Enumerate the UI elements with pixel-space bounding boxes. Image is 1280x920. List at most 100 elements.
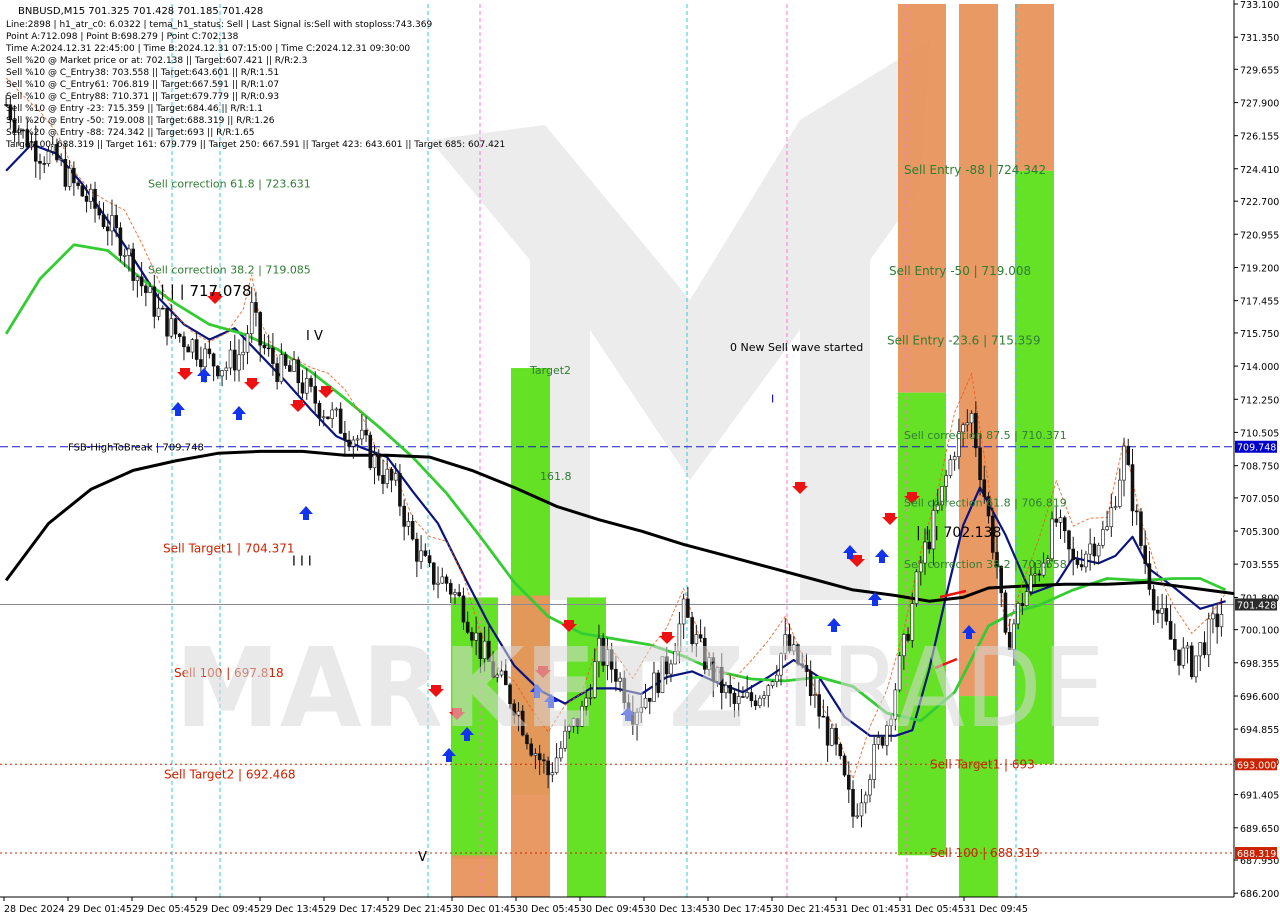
candle-body: [444, 576, 449, 584]
candle-body: [139, 276, 144, 287]
candle-body: [1113, 506, 1118, 509]
candle-body: [969, 413, 974, 424]
candle-body: [461, 595, 466, 623]
annotation-label: Sell Entry -50 | 719.008: [889, 264, 1031, 278]
candle-body: [338, 408, 343, 434]
candle-body: [758, 697, 762, 707]
candle-body: [161, 307, 165, 310]
price-tick-label: 696.600: [1240, 692, 1279, 703]
candle-body: [978, 447, 982, 481]
candle-body: [254, 302, 258, 313]
candle-body: [859, 802, 864, 817]
price-tick-label: 715.750: [1240, 329, 1279, 340]
candle-body: [1096, 545, 1101, 557]
candle-body: [355, 438, 360, 441]
annotation-label: Sell 100 | 688.319: [930, 846, 1040, 860]
candle-body: [1164, 608, 1169, 622]
candle-body: [1092, 543, 1097, 557]
candle-body: [1126, 445, 1131, 465]
annotation-label: 161.8: [540, 470, 572, 483]
annotation-label: I: [771, 392, 774, 405]
candle-body: [89, 188, 93, 202]
candle-body: [546, 760, 550, 776]
price-badge-label: 701.428: [1237, 600, 1276, 611]
candle-body: [110, 215, 114, 232]
candle-body: [1101, 529, 1105, 546]
candle-body: [101, 214, 106, 228]
candle-body: [288, 365, 292, 372]
candle-body: [842, 755, 847, 776]
time-tick-label: 30 Dec 17:45: [708, 904, 772, 915]
candle-body: [1024, 591, 1029, 607]
candle-body: [1037, 573, 1042, 576]
candle-body: [38, 160, 42, 164]
candle-body: [309, 378, 313, 387]
candle-body: [177, 333, 182, 337]
candle-body: [1181, 647, 1186, 666]
candle-body: [220, 370, 224, 377]
candle-body: [165, 307, 169, 337]
candle-body: [194, 339, 199, 360]
candle-body: [372, 454, 377, 469]
candle-body: [148, 286, 152, 293]
candle-body: [182, 336, 186, 348]
candle-body: [1084, 553, 1088, 568]
candle-body: [1143, 545, 1147, 564]
candle-body: [300, 382, 305, 394]
info-line-7: Sell %10 @ C_Entry88: 710.371 || Target:…: [6, 92, 279, 102]
candle-body: [317, 402, 322, 418]
candle-body: [686, 598, 690, 618]
price-tick-label: 722.700: [1240, 197, 1279, 208]
candle-body: [245, 333, 250, 353]
candle-body: [241, 351, 246, 356]
annotation-label: | | | 717.078: [160, 282, 252, 300]
candle-body: [389, 468, 394, 481]
watermark-text-right: TRADE: [769, 624, 1105, 752]
candle-body: [46, 151, 51, 164]
annotation-label: Sell correction 61.8 | 706.819: [904, 496, 1067, 509]
candle-body: [169, 318, 174, 337]
candle-body: [67, 167, 72, 187]
price-chart[interactable]: Sell correction 61.8 | 723.631 | | | 717.…: [0, 0, 1280, 920]
candle-body: [1177, 649, 1181, 666]
price-tick-label: 712.250: [1240, 395, 1279, 406]
price-tick-label: 720.955: [1240, 230, 1279, 241]
price-badge-label: 709.748: [1237, 443, 1276, 454]
annotation-label: Sell correction 87.5 | 710.371: [904, 429, 1067, 442]
annotation-label: Sell Target1 | 704.371: [163, 542, 295, 556]
price-tick-label: 705.300: [1240, 527, 1279, 538]
candle-body: [1088, 543, 1092, 555]
candle-body: [279, 354, 284, 382]
candle-body: [952, 456, 957, 461]
price-tick-label: 686.200: [1240, 889, 1279, 900]
candle-body: [63, 158, 68, 187]
candle-body: [1105, 526, 1109, 530]
candle-body: [1075, 559, 1080, 565]
annotation-label: V: [418, 850, 427, 865]
candle-body: [427, 555, 432, 564]
price-tick-label: 700.100: [1240, 626, 1279, 637]
candle-body: [393, 473, 398, 481]
info-line-4: Sell %20 @ Market price or at: 702.138 |…: [6, 56, 307, 66]
candle-body: [1202, 642, 1207, 656]
price-tick-label: 707.050: [1240, 494, 1279, 505]
candle-body: [1062, 517, 1067, 532]
candle-body: [330, 409, 334, 419]
candle-body: [1109, 507, 1114, 528]
annotation-label: | | | 702.138: [916, 525, 1001, 541]
candle-body: [1067, 530, 1071, 550]
info-line-3: Time A:2024.12.31 22:45:00 | Time B:2024…: [5, 44, 410, 54]
candle-body: [1139, 511, 1143, 546]
annotation-label: Sell Entry -23.6 | 715.359: [887, 333, 1041, 347]
candle-body: [1016, 603, 1020, 625]
candle-body: [537, 753, 542, 761]
candle-body: [97, 208, 102, 216]
info-line-1: Line:2898 | h1_atr_c0: 6.0322 | tema_h1_…: [6, 20, 433, 30]
price-tick-label: 714.000: [1240, 362, 1279, 373]
candle-body: [965, 422, 970, 426]
candle-body: [84, 195, 89, 202]
candle-body: [1033, 573, 1037, 576]
time-tick-label: 31 Dec 01:45: [836, 904, 900, 915]
candle-body: [1219, 614, 1224, 628]
time-tick-label: 29 Dec 17:45: [324, 904, 388, 915]
